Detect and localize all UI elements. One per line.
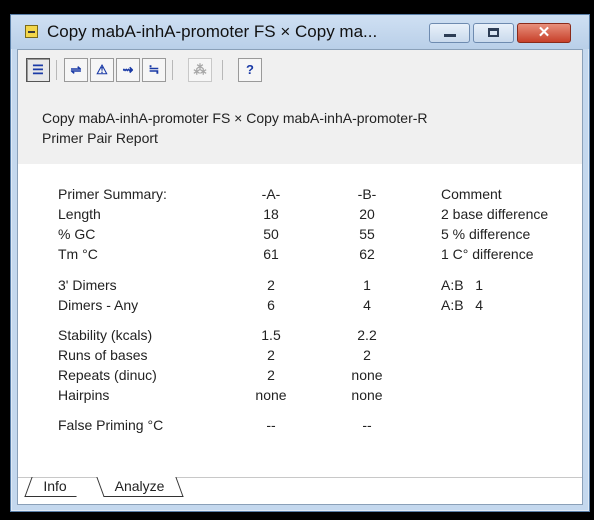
- comment: 2 base difference: [441, 206, 549, 222]
- row-label: Length: [58, 206, 101, 222]
- row-label: Repeats (dinuc): [58, 367, 157, 383]
- report-icon: ☰: [32, 62, 44, 77]
- close-icon: ✕: [537, 24, 551, 41]
- report-header: Copy mabA-inhA-promoter FS × Copy mabA-i…: [18, 92, 582, 165]
- value-b: 2: [363, 347, 371, 363]
- close-button[interactable]: ✕: [517, 23, 571, 43]
- row-label: % GC: [58, 226, 96, 242]
- row-label: Stability (kcals): [58, 327, 153, 343]
- help-button[interactable]: ?: [238, 58, 262, 82]
- value-b: 20: [359, 206, 375, 222]
- value-b: 2.2: [357, 327, 377, 343]
- minimize-button[interactable]: [429, 23, 470, 43]
- value-b: 4: [363, 297, 371, 313]
- summary-header-label: Primer Summary:: [58, 186, 167, 202]
- dimer-icon: ⇝: [122, 62, 134, 77]
- toolbar-separator: [56, 60, 57, 80]
- comment-header: Comment: [441, 186, 502, 202]
- minimize-icon: [444, 34, 456, 37]
- app-icon[interactable]: [25, 25, 38, 38]
- title-bar[interactable]: Copy mabA-inhA-promoter FS × Copy ma... …: [11, 15, 589, 49]
- primer-pair-report: Primer Summary: -A- -B- Comment Length 1…: [18, 164, 582, 480]
- comment: A:B 1: [441, 277, 484, 293]
- maximize-icon: [488, 28, 499, 37]
- value-b: --: [362, 417, 372, 433]
- triangle-button[interactable]: ⚠: [90, 58, 114, 82]
- toolbar-separator: [222, 60, 223, 80]
- row-label: 3' Dimers: [58, 277, 117, 293]
- value-a: 6: [267, 297, 275, 313]
- window-title: Copy mabA-inhA-promoter FS × Copy ma...: [47, 22, 378, 41]
- view-tabs: Info Analyze: [18, 477, 582, 504]
- document-area: ☰ ⇌ ⚠ ⇝ ≒ ⁂ ? Copy mabA-inhA-promoter FS…: [17, 49, 583, 505]
- dimer-button[interactable]: ⇝: [116, 58, 140, 82]
- triangle-icon: ⚠: [96, 62, 108, 77]
- value-b: 1: [363, 277, 371, 293]
- help-icon: ?: [246, 62, 254, 77]
- compare-icon: ⇌: [70, 62, 82, 77]
- value-a: 2: [267, 367, 275, 383]
- row-label: Tm °C: [58, 246, 98, 262]
- row-label: Hairpins: [58, 387, 110, 403]
- tab-analyze[interactable]: Analyze: [96, 477, 184, 497]
- value-a: none: [255, 387, 287, 403]
- value-b: 62: [359, 246, 375, 262]
- comment: 1 C° difference: [441, 246, 534, 262]
- value-a: 50: [263, 226, 279, 242]
- value-a: 2: [267, 347, 275, 363]
- comment: A:B 4: [441, 297, 484, 313]
- comment: 5 % difference: [441, 226, 531, 242]
- report-subtitle: Primer Pair Report: [42, 130, 158, 146]
- hairpin-button[interactable]: ≒: [142, 58, 166, 82]
- false-priming-icon: ⁂: [193, 62, 207, 77]
- app-window: Copy mabA-inhA-promoter FS × Copy ma... …: [10, 14, 590, 512]
- compare-button[interactable]: ⇌: [64, 58, 88, 82]
- report-view-button[interactable]: ☰: [26, 58, 50, 82]
- toolbar-separator: [172, 60, 173, 80]
- value-a: --: [266, 417, 276, 433]
- primer-pair-title: Copy mabA-inhA-promoter FS × Copy mabA-i…: [42, 110, 428, 126]
- value-b: none: [351, 387, 383, 403]
- value-b: 55: [359, 226, 375, 242]
- value-a: 1.5: [261, 327, 281, 343]
- hairpin-icon: ≒: [148, 62, 160, 77]
- tab-info[interactable]: Info: [24, 477, 84, 497]
- column-b-header: -B-: [357, 186, 377, 202]
- column-a-header: -A-: [261, 186, 281, 202]
- value-a: 2: [267, 277, 275, 293]
- row-label: Dimers - Any: [58, 297, 139, 313]
- maximize-button[interactable]: [473, 23, 514, 43]
- value-a: 61: [263, 246, 279, 262]
- value-b: none: [351, 367, 383, 383]
- value-a: 18: [263, 206, 279, 222]
- toolbar: ☰ ⇌ ⚠ ⇝ ≒ ⁂ ?: [18, 50, 582, 92]
- false-priming-button[interactable]: ⁂: [188, 58, 212, 82]
- row-label: Runs of bases: [58, 347, 148, 363]
- row-label: False Priming °C: [58, 417, 164, 433]
